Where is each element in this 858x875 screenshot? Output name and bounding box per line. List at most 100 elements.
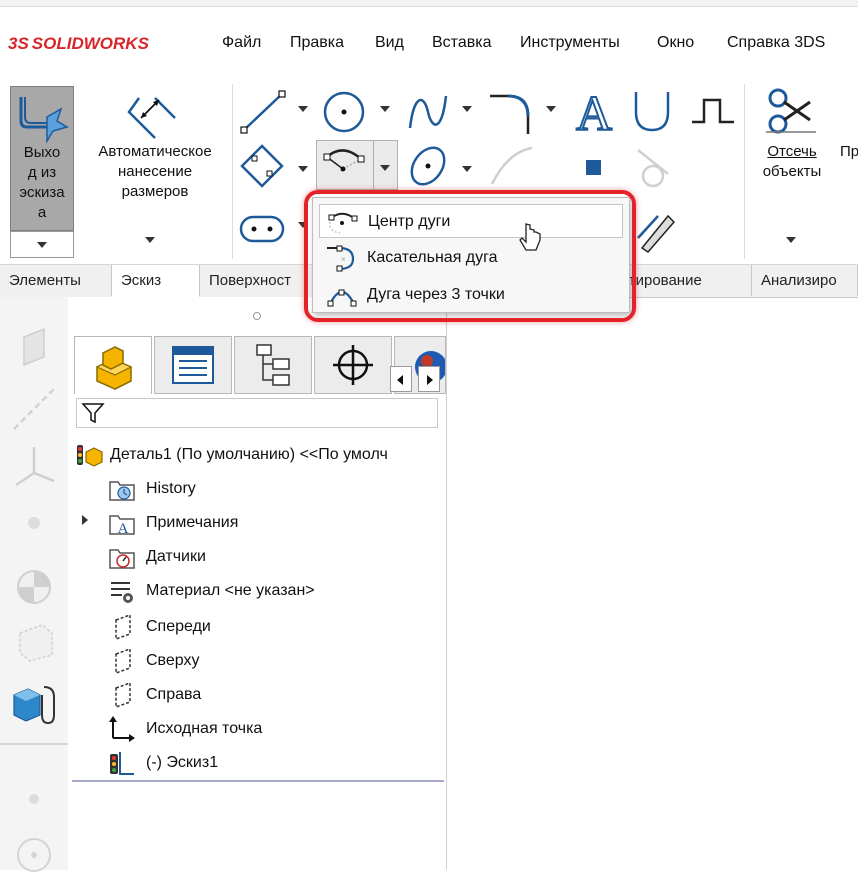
fillet-icon[interactable] <box>488 90 536 134</box>
menu-tools[interactable]: Инструменты <box>520 34 620 52</box>
strip-separator <box>0 743 68 745</box>
slot-icon[interactable] <box>238 212 286 246</box>
left-view-toolbar <box>0 297 69 872</box>
origin-icon <box>109 716 135 742</box>
plane-icon <box>115 613 131 641</box>
solidworks-logo[interactable]: 3S SOLIDWORKS <box>8 30 149 58</box>
annotations-folder-icon: A <box>109 515 135 537</box>
circle-icon[interactable] <box>320 88 368 136</box>
tab-features[interactable]: Элементы <box>0 265 112 296</box>
svg-text:A: A <box>118 521 129 537</box>
crosshair-icon <box>333 345 373 385</box>
tree-item-label: Материал <не указан> <box>146 582 315 599</box>
highlight-annotation-frame <box>304 190 636 322</box>
exit-sketch-icon <box>19 97 69 144</box>
chevron-down-icon[interactable] <box>298 106 308 112</box>
tree-root-part[interactable]: Деталь1 (По умолчанию) <<По умолч <box>76 440 446 470</box>
chevron-down-icon <box>380 165 390 171</box>
menu-window[interactable]: Окно <box>657 34 694 52</box>
tree-filter-field[interactable] <box>76 398 438 428</box>
tab-scroll-left-button[interactable] <box>390 366 412 392</box>
tab-design[interactable]: ктирование <box>616 265 752 296</box>
plane-icon-disabled <box>23 327 45 367</box>
chevron-left-icon <box>397 375 403 385</box>
ribbon-separator <box>232 84 233 259</box>
tree-item-label: Исходная точка <box>146 720 263 737</box>
tab-scroll-right-button[interactable] <box>418 366 440 392</box>
chevron-down-icon[interactable] <box>786 237 796 243</box>
tab-feature-tree[interactable] <box>74 336 152 394</box>
tab-property-manager[interactable] <box>154 336 232 394</box>
mate-reference-icon[interactable] <box>10 681 60 725</box>
arc-tool-button[interactable] <box>316 140 374 190</box>
centerpoint-arc-icon <box>323 149 365 172</box>
exit-sketch-dropdown[interactable] <box>10 231 74 258</box>
ribbon-next-command-label[interactable]: Пр <box>840 142 858 162</box>
mouse-cursor-icon <box>519 223 541 251</box>
chevron-down-icon <box>37 242 47 248</box>
circle-icon-disabled <box>17 838 51 872</box>
tree-item-label: Сверху <box>146 652 200 669</box>
plane-icon <box>115 647 131 675</box>
trim-entities-label: Отсечь объекты <box>762 143 822 180</box>
tab-surfaces[interactable]: Поверхност <box>200 265 318 296</box>
tab-configuration-manager[interactable] <box>234 336 312 394</box>
menu-file[interactable]: Файл <box>222 34 261 52</box>
center-of-mass-icon-disabled <box>17 570 51 604</box>
logo-name: SOLIDWORKS <box>31 34 149 53</box>
chevron-down-icon[interactable] <box>298 166 308 172</box>
line-icon[interactable] <box>240 90 288 134</box>
menu-help[interactable]: Справка 3DS <box>727 34 825 52</box>
arc-tool-dropdown[interactable] <box>374 140 398 190</box>
ribbon-separator <box>744 84 745 259</box>
chevron-down-icon[interactable] <box>462 166 472 172</box>
chevron-down-icon[interactable] <box>145 237 155 243</box>
svg-text:A: A <box>576 85 612 141</box>
panel-grip-icon[interactable] <box>252 311 262 321</box>
text-icon[interactable]: A <box>570 84 618 142</box>
tree-item-label: Датчики <box>146 548 206 565</box>
smart-dimension-label: Автоматическое нанесение размеров <box>98 143 212 200</box>
part-icon <box>95 346 133 390</box>
tab-analysis[interactable]: Анализиро <box>752 265 858 296</box>
tab-dimxpert-manager[interactable] <box>314 336 392 394</box>
panel-tab-strip <box>74 336 446 394</box>
rectangle-icon[interactable] <box>238 142 286 190</box>
tree-item-label: Примечания <box>146 514 239 531</box>
sketch-traffic-light-icon <box>110 752 134 775</box>
point-icon-disabled <box>29 794 39 804</box>
tree-item-label: History <box>146 480 196 497</box>
menu-insert[interactable]: Вставка <box>432 34 491 52</box>
spline-icon[interactable] <box>404 88 452 136</box>
smart-dimension-icon <box>127 97 176 139</box>
part-traffic-light-icon <box>77 445 103 467</box>
exit-sketch-label: Выхо д из эскиза а <box>19 144 65 221</box>
ellipse-icon[interactable] <box>404 142 452 190</box>
exit-sketch-button[interactable]: Выхо д из эскиза а <box>10 86 74 231</box>
tree-item-label: Справа <box>146 686 202 703</box>
filter-icon <box>81 403 105 424</box>
menu-view[interactable]: Вид <box>375 34 404 52</box>
tab-sketch[interactable]: Эскиз <box>112 265 200 297</box>
tree-root-label: Деталь1 (По умолчанию) <<По умолч <box>110 446 388 463</box>
parabola-icon[interactable] <box>630 88 674 134</box>
point-icon[interactable] <box>584 158 604 178</box>
tree-item-label: (-) Эскиз1 <box>146 754 219 771</box>
slot-pattern-icon[interactable] <box>690 96 736 126</box>
mirror-icon-disabled <box>637 149 669 188</box>
chevron-down-icon[interactable] <box>462 106 472 112</box>
chevron-down-icon[interactable] <box>380 106 390 112</box>
chevron-down-icon[interactable] <box>546 106 556 112</box>
chamfer-icon-disabled <box>490 146 533 185</box>
trim-entities-button[interactable]: Отсечь объекты <box>750 86 834 256</box>
material-icon <box>111 582 133 603</box>
configuration-tree-icon <box>256 344 290 386</box>
point-icon-disabled <box>28 517 40 529</box>
smart-dimension-button[interactable]: Автоматическое нанесение размеров <box>80 86 230 256</box>
bounding-box-icon-disabled <box>19 624 53 662</box>
sketch-pen-icon[interactable] <box>634 208 680 254</box>
axis-icon-disabled <box>13 388 55 430</box>
menu-edit[interactable]: Правка <box>290 34 344 52</box>
expand-arrow-icon[interactable] <box>82 515 88 525</box>
rollback-bar[interactable] <box>72 780 444 782</box>
